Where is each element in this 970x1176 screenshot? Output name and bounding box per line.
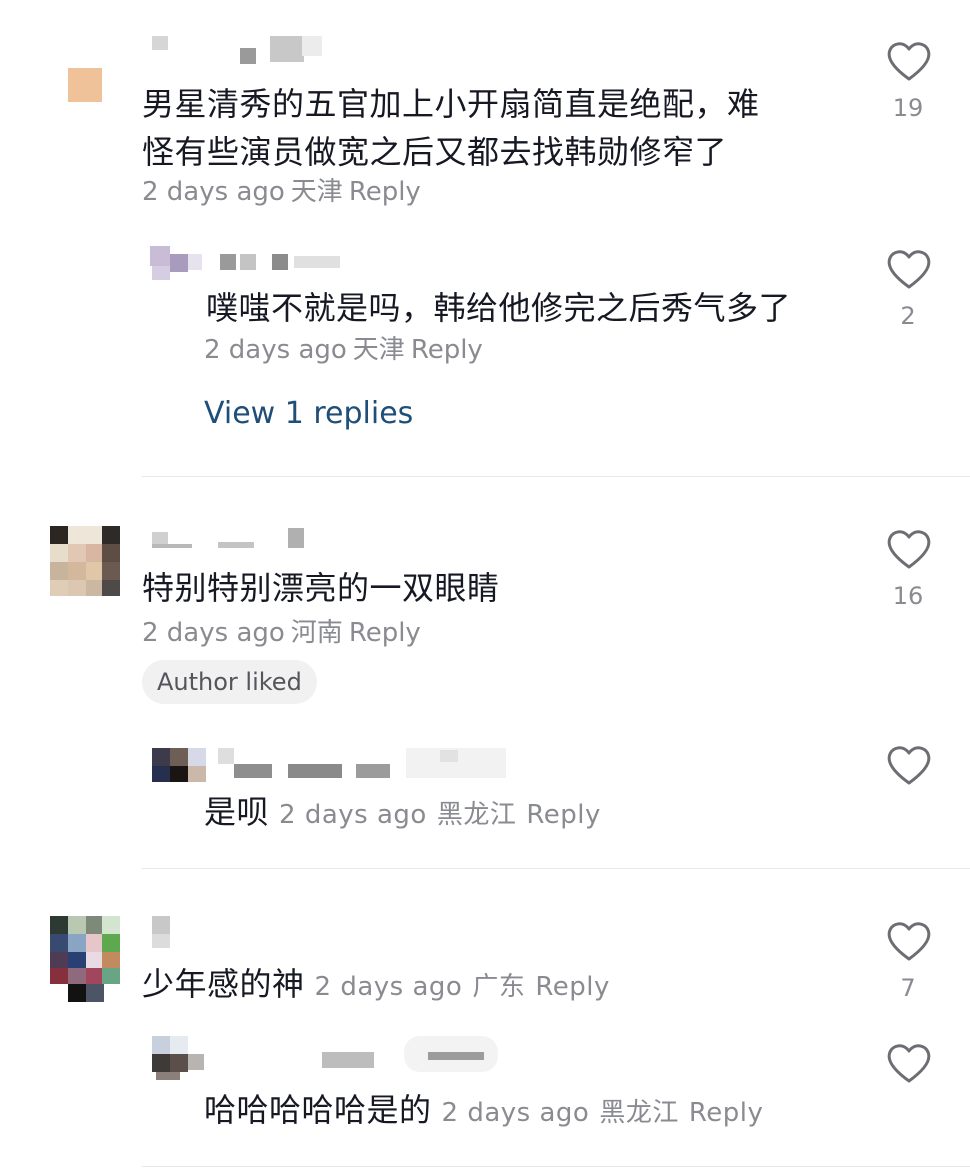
reply-text: 哈哈哈哈哈是的 2 days ago 黑龙江 Reply — [204, 1091, 764, 1129]
heart-outline-icon — [887, 922, 931, 961]
location: 黑龙江 — [599, 1098, 679, 1128]
like-count: 16 — [892, 582, 924, 610]
divider — [142, 868, 970, 869]
author-liked-badge: Author liked — [142, 660, 317, 704]
reply-button[interactable]: Reply — [526, 800, 601, 830]
location: 天津 — [352, 335, 405, 365]
reply-username-blurred[interactable] — [220, 254, 340, 272]
like-button[interactable] — [886, 920, 932, 966]
like-count: 2 — [900, 302, 916, 330]
heart-outline-icon — [887, 1044, 931, 1083]
heart-outline-icon — [887, 42, 931, 81]
timestamp: 2 days ago — [142, 177, 285, 207]
comment-text: 少年感的神 2 days ago 广东 Reply — [142, 965, 610, 1003]
reply-text: 是呗 2 days ago 黑龙江 Reply — [204, 793, 601, 831]
heart-outline-icon — [887, 250, 931, 289]
timestamp: 2 days ago — [142, 618, 285, 648]
heart-outline-icon — [887, 530, 931, 569]
avatar[interactable] — [50, 916, 120, 1002]
comment-text: 特别特别漂亮的一双眼睛 — [142, 569, 500, 607]
like-button[interactable] — [886, 528, 932, 574]
username-blurred[interactable] — [152, 528, 312, 550]
like-count: 7 — [900, 974, 916, 1002]
divider — [142, 1166, 970, 1167]
location: 河南 — [290, 618, 343, 648]
comment-meta: 2 days ago 天津 Reply — [142, 175, 427, 209]
location: 天津 — [290, 177, 343, 207]
comment-meta: 2 days ago 河南 Reply — [142, 616, 427, 650]
reply-button[interactable]: Reply — [349, 177, 421, 207]
heart-outline-icon — [887, 746, 931, 785]
like-count: 19 — [892, 94, 924, 122]
username-blurred[interactable] — [152, 36, 322, 66]
reply-avatar[interactable] — [152, 1036, 206, 1080]
like-button[interactable] — [886, 744, 932, 790]
timestamp: 2 days ago — [314, 972, 463, 1002]
timestamp: 2 days ago — [204, 335, 347, 365]
like-button[interactable] — [886, 248, 932, 294]
reply-button[interactable]: Reply — [689, 1098, 764, 1128]
like-button[interactable] — [886, 1042, 932, 1088]
reply-username-blurred[interactable] — [218, 1036, 508, 1072]
reply-avatar[interactable] — [152, 748, 206, 782]
reply-username-blurred[interactable] — [218, 748, 518, 782]
reply-meta: 2 days ago 天津 Reply — [204, 333, 489, 367]
reply-button[interactable]: Reply — [349, 618, 421, 648]
view-replies-button[interactable]: View 1 replies — [204, 396, 413, 431]
reply-button[interactable]: Reply — [535, 972, 610, 1002]
reply-text: 噗嗤不就是吗，韩给他修完之后秀气多了 — [206, 289, 792, 327]
timestamp: 2 days ago — [441, 1098, 590, 1128]
divider — [142, 476, 970, 477]
reply-avatar[interactable] — [150, 238, 202, 284]
username-blurred[interactable] — [152, 916, 172, 950]
timestamp: 2 days ago — [279, 800, 427, 830]
comment-text: 男星清秀的五官加上小开扇简直是绝配，难 怪有些演员做宽之后又都去找韩勋修窄了 — [142, 85, 760, 171]
like-button[interactable] — [886, 40, 932, 86]
location: 黑龙江 — [436, 800, 517, 830]
location: 广东 — [472, 972, 526, 1002]
avatar[interactable] — [68, 68, 102, 102]
avatar[interactable] — [50, 526, 120, 596]
reply-button[interactable]: Reply — [411, 335, 483, 365]
